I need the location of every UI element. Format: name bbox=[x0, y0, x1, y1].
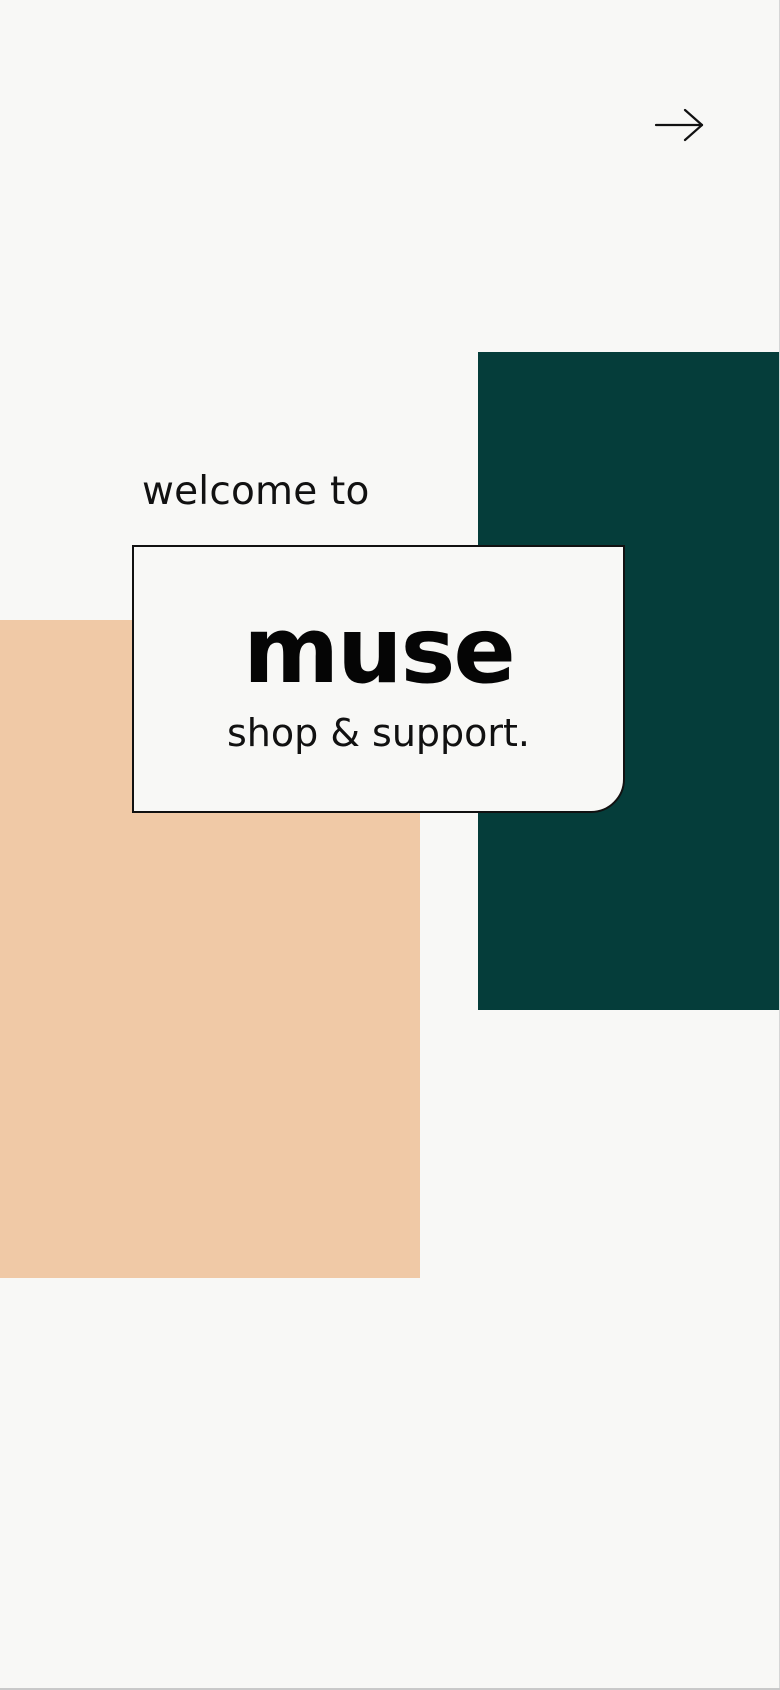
brand-name: muse bbox=[243, 597, 516, 704]
tagline: shop & support. bbox=[226, 711, 531, 755]
welcome-screen: welcome to muse shop & support. bbox=[0, 0, 780, 1690]
right-arrow-icon bbox=[654, 108, 704, 142]
brand-card: muse shop & support. bbox=[132, 545, 625, 813]
next-button[interactable] bbox=[652, 103, 708, 147]
welcome-text: welcome to bbox=[142, 469, 370, 514]
